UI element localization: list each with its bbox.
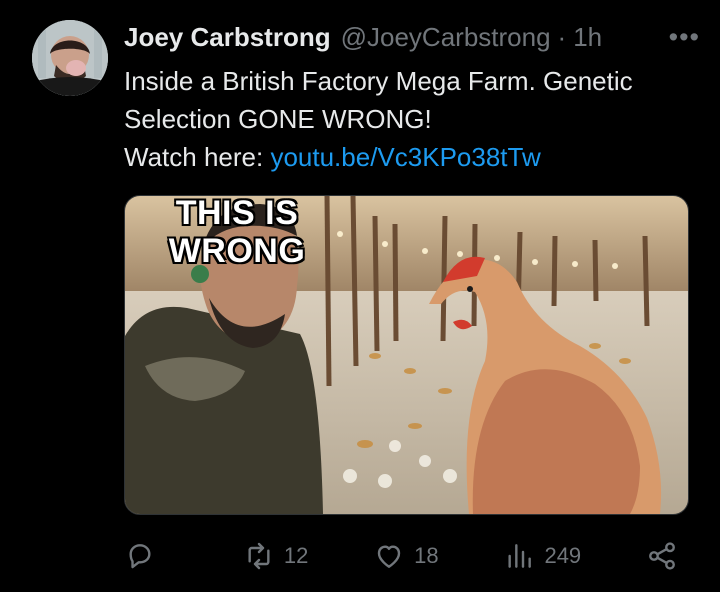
timestamp[interactable]: 1h <box>573 20 602 54</box>
author-handle[interactable]: @JoeyCarbstrong <box>341 20 551 54</box>
retweet-button[interactable]: 12 <box>243 540 308 572</box>
retweet-count: 12 <box>283 543 309 568</box>
heart-icon <box>377 545 401 568</box>
avatar[interactable] <box>32 20 108 96</box>
tweet-text-line-3: Watch here: youtu.be/Vc3KPo38tTw <box>124 138 689 176</box>
retweet-icon <box>248 542 270 570</box>
thumbnail-caption: THIS IS WRONG <box>157 194 317 270</box>
tweet-text-line-2: Selection GONE WRONG! <box>124 104 432 134</box>
reply-button[interactable] <box>124 540 178 572</box>
video-link[interactable]: youtu.be/Vc3KPo38tTw <box>270 142 540 172</box>
views-icon <box>508 544 532 568</box>
tweet-text: Inside a British Factory Mega Farm. Gene… <box>124 62 689 176</box>
avatar-image <box>32 20 108 96</box>
like-button[interactable]: 18 <box>373 540 439 572</box>
watch-label: Watch here: <box>124 142 264 172</box>
share-icon <box>649 542 675 570</box>
thumbnail-caption-line-1: THIS IS <box>175 194 299 232</box>
tweet-actions: 12 18 249 <box>124 535 687 577</box>
tweet-text-line-1: Inside a British Factory Mega Farm. Gene… <box>124 66 633 96</box>
separator: · <box>557 22 567 52</box>
share-button[interactable] <box>646 540 687 572</box>
views-count: 249 <box>544 543 582 568</box>
like-count: 18 <box>414 543 439 568</box>
author-name[interactable]: Joey Carbstrong <box>124 20 331 54</box>
tweet-header: Joey Carbstrong @JoeyCarbstrong · 1h ••• <box>124 20 700 54</box>
more-options-icon[interactable]: ••• <box>669 20 700 54</box>
reply-icon <box>129 544 151 569</box>
thumbnail-caption-line-2: WRONG <box>168 232 306 270</box>
views-button[interactable]: 249 <box>503 540 581 572</box>
